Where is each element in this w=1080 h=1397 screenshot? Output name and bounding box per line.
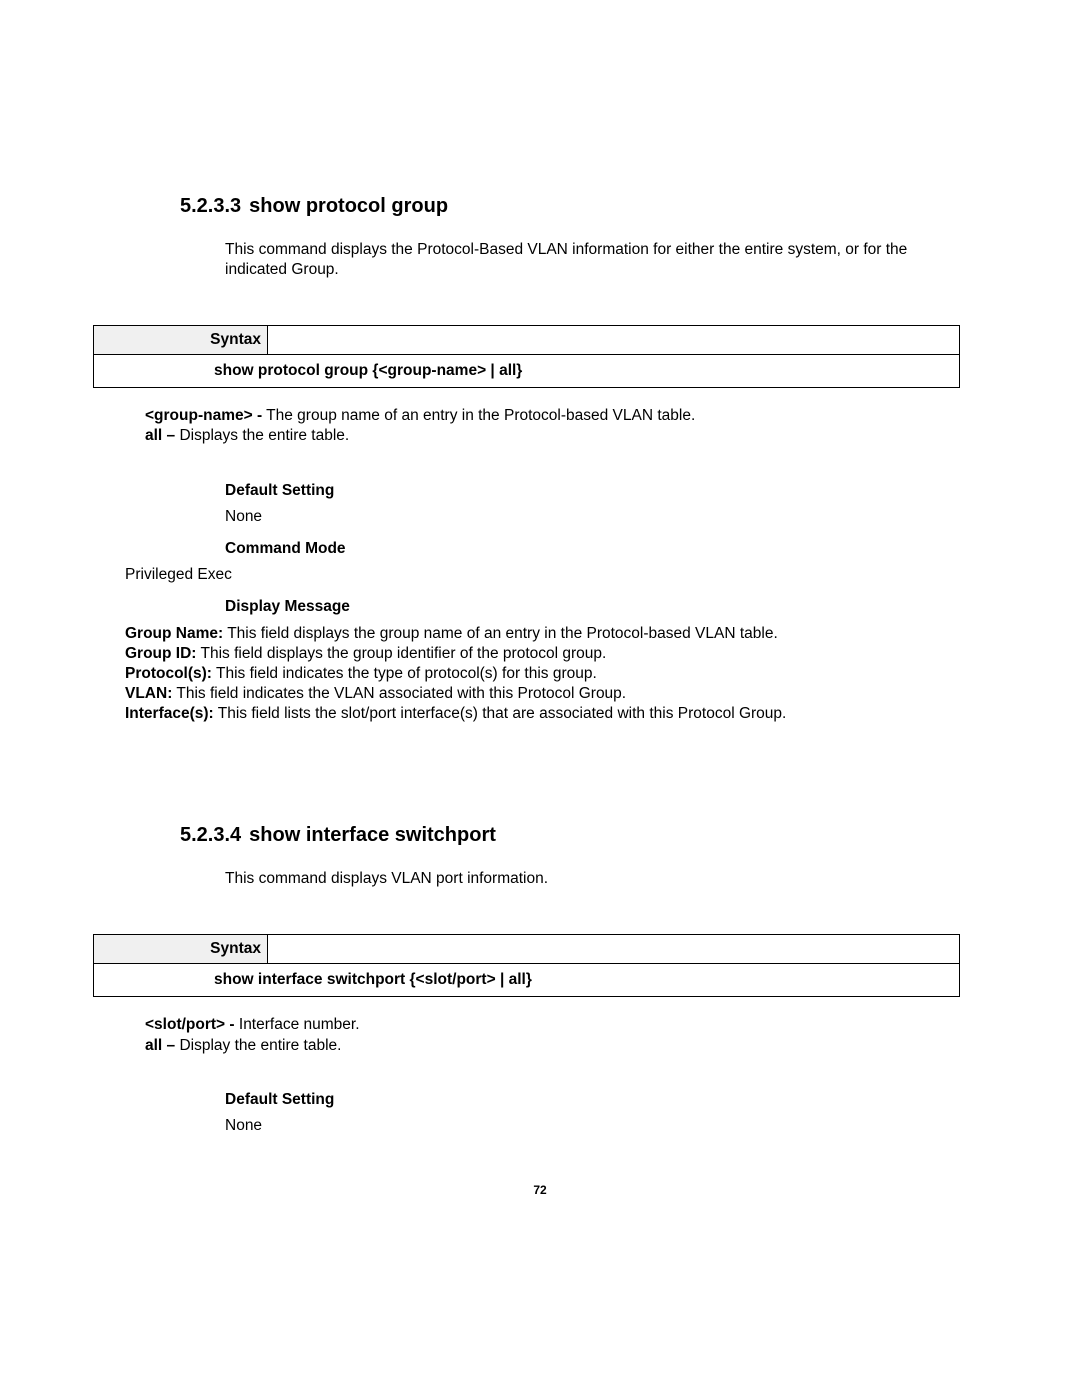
- syntax-header: Syntax: [94, 326, 959, 355]
- section-show-interface-switchport: 5.2.3.4 show interface switchport This co…: [125, 824, 960, 1134]
- syntax-header-blank: [268, 326, 959, 355]
- param-line: <slot/port> - Interface number.: [145, 1015, 960, 1035]
- display-key: VLAN:: [125, 685, 172, 702]
- sub-value-command-mode: Privileged Exec: [125, 566, 960, 584]
- display-key: Interface(s):: [125, 705, 214, 722]
- section-heading: 5.2.3.4 show interface switchport: [180, 824, 960, 847]
- section-show-protocol-group: 5.2.3.3 show protocol group This command …: [125, 195, 960, 724]
- display-desc: This field displays the group name of an…: [223, 625, 778, 642]
- display-key: Protocol(s):: [125, 665, 212, 682]
- param-desc: Interface number.: [235, 1016, 360, 1033]
- param-line: all – Display the entire table.: [145, 1036, 960, 1056]
- param-desc: The group name of an entry in the Protoc…: [262, 407, 695, 424]
- section-heading: 5.2.3.3 show protocol group: [180, 195, 960, 218]
- syntax-header: Syntax: [94, 935, 959, 964]
- param-key: all –: [145, 1037, 175, 1054]
- param-desc: Displays the entire table.: [175, 427, 349, 444]
- param-line: all – Displays the entire table.: [145, 426, 960, 446]
- syntax-box: Syntax show protocol group {<group-name>…: [93, 325, 960, 388]
- display-key: Group ID:: [125, 645, 196, 662]
- param-key: <group-name> -: [145, 407, 262, 424]
- syntax-body: show protocol group {<group-name> | all}: [94, 355, 959, 387]
- params-block: <slot/port> - Interface number. all – Di…: [145, 1015, 960, 1055]
- params-block: <group-name> - The group name of an entr…: [145, 406, 960, 446]
- sub-heading-default-setting: Default Setting: [225, 482, 960, 500]
- section-title: show interface switchport: [249, 824, 496, 846]
- sub-heading-default-setting: Default Setting: [225, 1091, 960, 1109]
- section-intro: This command displays the Protocol-Based…: [225, 240, 960, 280]
- page: 5.2.3.3 show protocol group This command …: [0, 0, 1080, 1397]
- display-desc: This field indicates the VLAN associated…: [172, 685, 626, 702]
- sub-heading-command-mode: Command Mode: [225, 540, 960, 558]
- param-key: all –: [145, 427, 175, 444]
- display-desc: This field displays the group identifier…: [196, 645, 606, 662]
- display-line: Protocol(s): This field indicates the ty…: [125, 664, 960, 684]
- param-line: <group-name> - The group name of an entr…: [145, 406, 960, 426]
- section-number: 5.2.3.4: [180, 824, 241, 846]
- syntax-label: Syntax: [94, 326, 268, 355]
- param-key: <slot/port> -: [145, 1016, 235, 1033]
- param-desc: Display the entire table.: [175, 1037, 341, 1054]
- display-desc: This field indicates the type of protoco…: [212, 665, 597, 682]
- section-intro: This command displays VLAN port informat…: [225, 869, 960, 889]
- sub-value-default-setting: None: [225, 1117, 960, 1135]
- sub-value-default-setting: None: [225, 508, 960, 526]
- syntax-label: Syntax: [94, 935, 268, 964]
- display-desc: This field lists the slot/port interface…: [214, 705, 787, 722]
- page-number: 72: [0, 1183, 1080, 1197]
- syntax-box: Syntax show interface switchport {<slot/…: [93, 934, 960, 997]
- display-key: Group Name:: [125, 625, 223, 642]
- display-line: Interface(s): This field lists the slot/…: [125, 704, 960, 724]
- display-line: Group ID: This field displays the group …: [125, 644, 960, 664]
- display-line: VLAN: This field indicates the VLAN asso…: [125, 684, 960, 704]
- section-title: show protocol group: [249, 195, 448, 217]
- section-number: 5.2.3.3: [180, 195, 241, 217]
- display-line: Group Name: This field displays the grou…: [125, 624, 960, 644]
- display-message-block: Group Name: This field displays the grou…: [125, 624, 960, 725]
- sub-heading-display-message: Display Message: [225, 598, 960, 616]
- syntax-header-blank: [268, 935, 959, 964]
- syntax-body: show interface switchport {<slot/port> |…: [94, 964, 959, 996]
